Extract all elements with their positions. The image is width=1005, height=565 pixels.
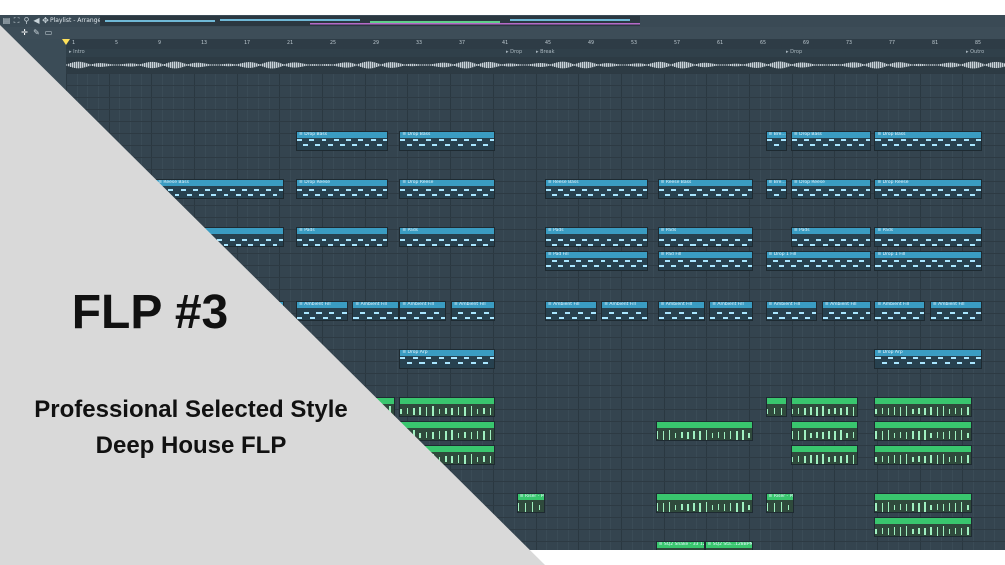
title-overlay: [0, 25, 545, 565]
youtube-thumbnail: ▤ ⛶ ⚲ ◀ ✥ Playlist - Arrangement › TPS -…: [0, 0, 1005, 565]
thumbnail-subtitle: Professional Selected Style Deep House F…: [0, 392, 382, 464]
subtitle-line-2: Deep House FLP: [95, 432, 287, 459]
thumbnail-heading: FLP #3: [71, 286, 229, 339]
subtitle-line-1: Professional Selected Style: [34, 396, 348, 423]
